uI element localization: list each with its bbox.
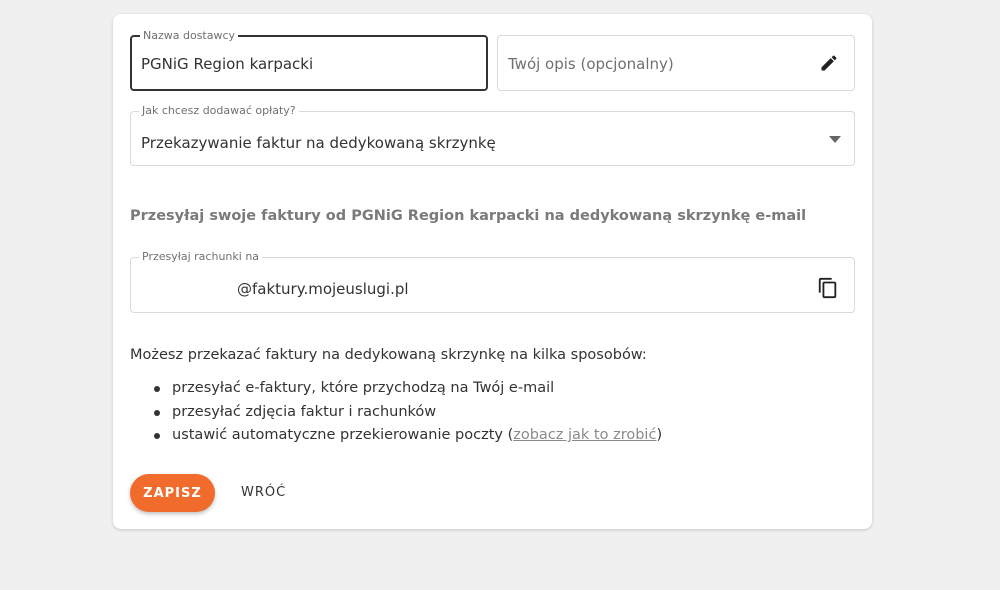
save-button[interactable]: ZAPISZ [130,474,215,512]
list-item: przesyłać zdjęcia faktur i rachunków [130,401,662,425]
provider-name-field[interactable]: Nazwa dostawcy PGNiG Region karpacki [130,29,488,91]
provider-form-card: Nazwa dostawcy PGNiG Region karpacki Twó… [113,14,872,529]
back-button[interactable]: WRÓĆ [231,474,296,512]
mailbox-section-title: Przesyłaj swoje faktury od PGNiG Region … [130,208,807,224]
how-to-link[interactable]: zobacz jak to zrobić [513,427,656,443]
list-item: przesyłać e-faktury, które przychodzą na… [130,377,662,401]
list-item: ustawić automatyczne przekierowanie pocz… [130,424,662,448]
mailbox-address-label: Przesyłaj rachunki na [139,250,263,264]
info-list: przesyłać e-faktury, które przychodzą na… [130,377,662,448]
billing-method-select[interactable]: Jak chcesz dodawać opłaty? Przekazywanie… [130,104,855,166]
billing-method-value: Przekazywanie faktur na dedykowaną skrzy… [141,134,496,152]
description-placeholder: Twój opis (opcjonalny) [508,55,674,73]
billing-method-label: Jak chcesz dodawać opłaty? [139,104,299,118]
dropdown-arrow-icon[interactable] [829,136,841,143]
mailbox-address-field: Przesyłaj rachunki na @faktury.mojeuslug… [130,250,855,313]
description-field[interactable]: Twój opis (opcjonalny) [497,35,855,91]
pencil-icon[interactable] [819,53,839,73]
provider-name-label: Nazwa dostawcy [140,29,239,43]
mailbox-address-value: @faktury.mojeuslugi.pl [237,280,409,298]
copy-icon[interactable] [817,277,839,299]
provider-name-value: PGNiG Region karpacki [141,55,314,73]
info-intro: Możesz przekazać faktury na dedykowaną s… [130,347,647,363]
